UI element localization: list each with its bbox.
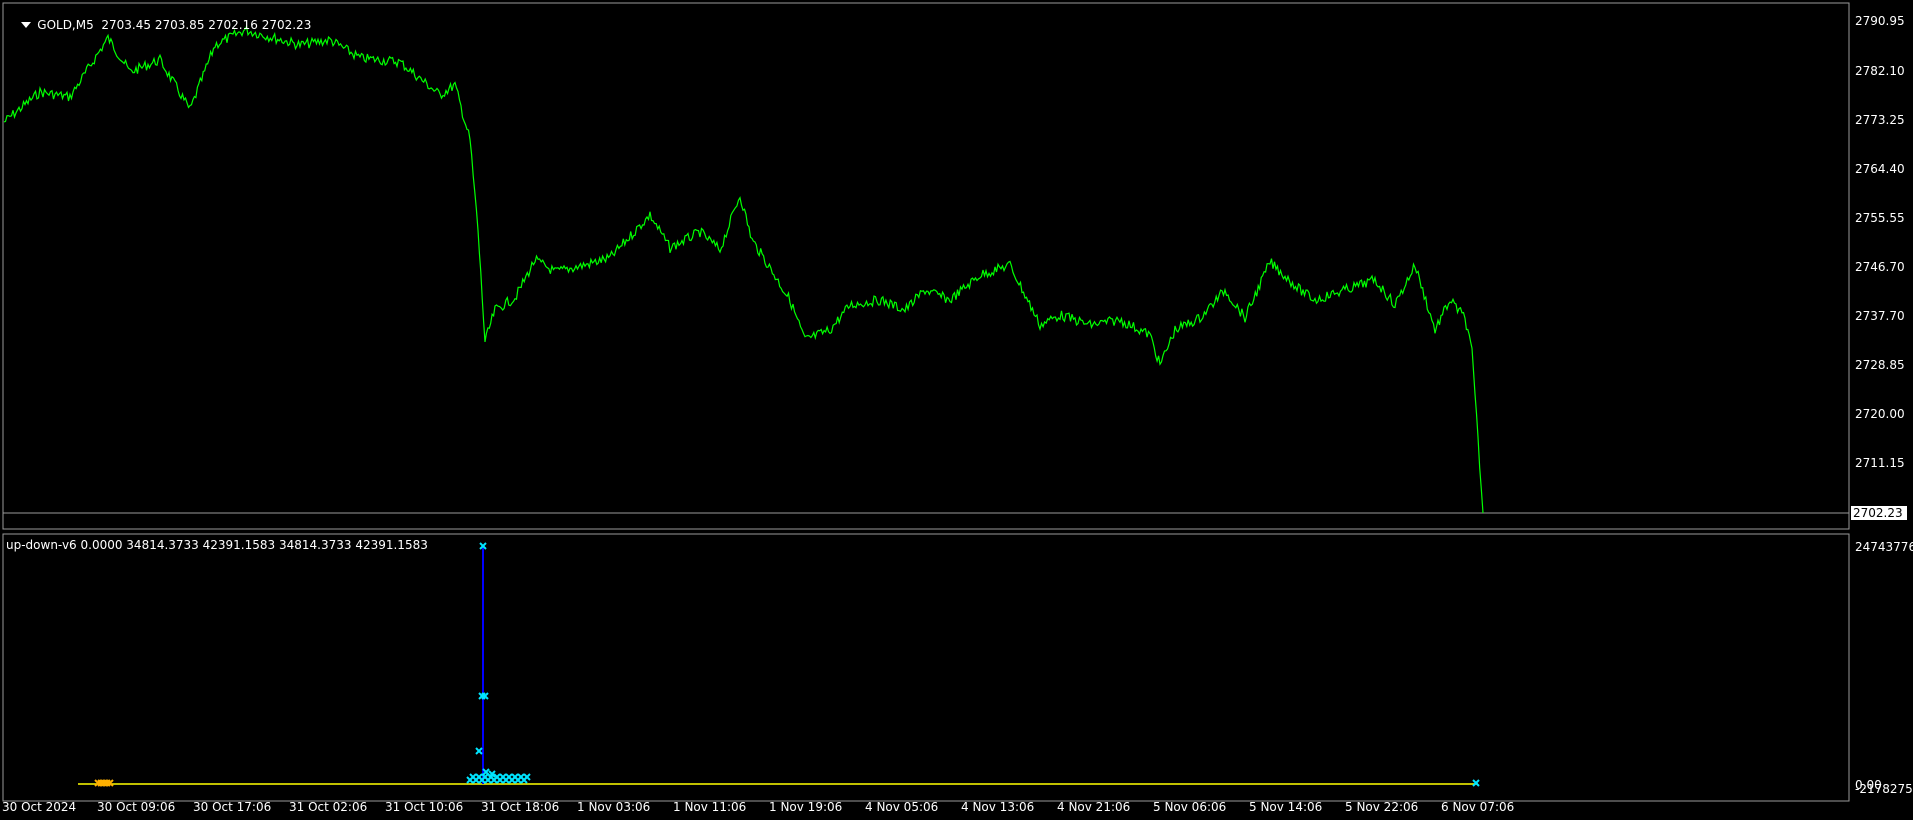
- indicator-canvas[interactable]: [0, 532, 1913, 804]
- time-axis: [0, 804, 1913, 820]
- indicator-markers: [94, 542, 1480, 787]
- price-chart-canvas[interactable]: [0, 0, 1913, 532]
- time-tick: 1 Nov 19:06: [769, 800, 843, 814]
- time-tick: 5 Nov 06:06: [1153, 800, 1227, 814]
- time-tick: 31 Oct 18:06: [481, 800, 560, 814]
- price-tick: 2711.15: [1855, 456, 1905, 470]
- time-tick: 30 Oct 17:06: [193, 800, 272, 814]
- price-chart-pane[interactable]: GOLD,M5 2703.45 2703.85 2702.16 2702.23 …: [0, 0, 1913, 532]
- time-tick: 4 Nov 13:06: [961, 800, 1035, 814]
- price-tick: 2728.85: [1855, 358, 1905, 372]
- time-tick: 30 Oct 09:06: [97, 800, 176, 814]
- price-tick: 2746.70: [1855, 260, 1905, 274]
- ohlc-values: 2703.45 2703.85 2702.16 2702.23: [101, 18, 312, 32]
- indicator-pane[interactable]: up-down-v6 0.0000 34814.3733 42391.1583 …: [0, 532, 1913, 804]
- price-tick: 2737.70: [1855, 309, 1905, 323]
- time-tick: 4 Nov 05:06: [865, 800, 939, 814]
- price-pane-border: [2, 2, 1850, 530]
- time-tick: 6 Nov 07:06: [1441, 800, 1515, 814]
- symbol-header[interactable]: GOLD,M5 2703.45 2703.85 2702.16 2702.23: [6, 4, 311, 46]
- price-tick: 2755.55: [1855, 211, 1905, 225]
- time-tick: 30 Oct 2024: [2, 800, 77, 814]
- indicator-pane-border: [2, 533, 1850, 802]
- current-price-label: 2702.23: [1851, 506, 1907, 520]
- price-tick: 2790.95: [1855, 14, 1905, 28]
- price-series-line: [3, 24, 1484, 514]
- cross-x-marker: [475, 747, 483, 755]
- cross-x-marker: [523, 773, 531, 781]
- indicator-header: up-down-v6 0.0000 34814.3733 42391.1583 …: [6, 538, 428, 552]
- time-tick: 31 Oct 10:06: [385, 800, 464, 814]
- time-tick: 31 Oct 02:06: [289, 800, 368, 814]
- time-tick: 5 Nov 14:06: [1249, 800, 1323, 814]
- time-tick: 5 Nov 22:06: [1345, 800, 1419, 814]
- indicator-axis-bottom: -21782750: [1855, 782, 1913, 796]
- indicator-axis-top: 247437767: [1855, 540, 1913, 554]
- cross-x-marker: [1472, 779, 1480, 787]
- time-tick: 1 Nov 11:06: [673, 800, 747, 814]
- triangle-down-icon[interactable]: [21, 22, 32, 28]
- symbol-name: GOLD,M5: [37, 18, 94, 32]
- price-tick: 2720.00: [1855, 407, 1905, 421]
- time-tick: 4 Nov 21:06: [1057, 800, 1131, 814]
- price-tick: 2782.10: [1855, 64, 1905, 78]
- price-tick: 2764.40: [1855, 162, 1905, 176]
- time-tick: 1 Nov 03:06: [577, 800, 651, 814]
- price-tick: 2773.25: [1855, 113, 1905, 127]
